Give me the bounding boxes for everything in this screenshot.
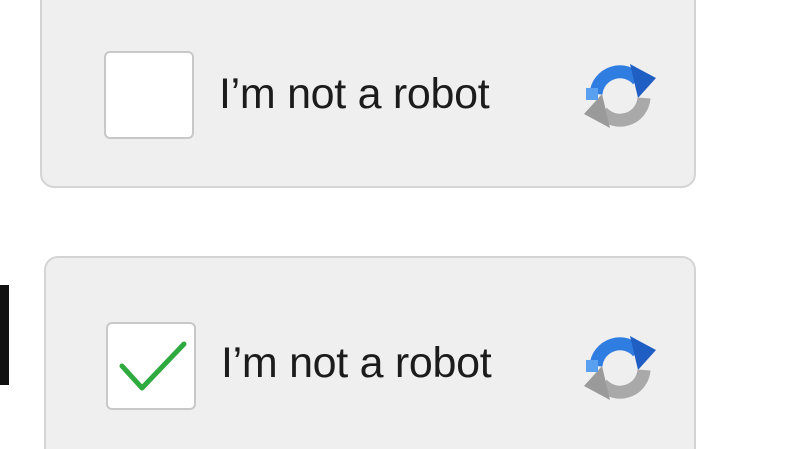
recaptcha-logo-icon <box>584 64 656 128</box>
recaptcha-label: I’m not a robot <box>221 339 492 387</box>
recaptcha-widget-checked: I’m not a robot <box>44 256 696 449</box>
left-edge-strip <box>0 285 9 385</box>
recaptcha-checkbox-checked[interactable] <box>106 322 196 410</box>
recaptcha-widget-unchecked: I’m not a robot <box>40 0 696 188</box>
checkmark-icon <box>119 341 187 391</box>
recaptcha-checkbox-unchecked[interactable] <box>104 51 194 139</box>
page: I’m not a robot I’m not a robot <box>0 0 800 449</box>
recaptcha-label: I’m not a robot <box>219 70 490 118</box>
recaptcha-logo-icon <box>584 336 656 400</box>
